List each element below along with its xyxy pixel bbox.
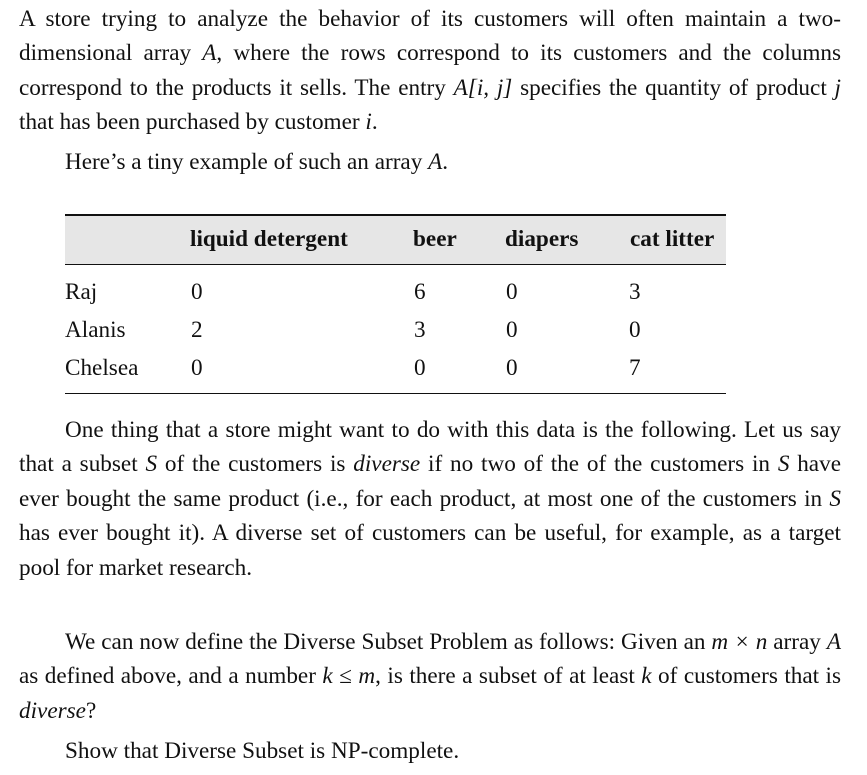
table-cell: 3 bbox=[629, 279, 641, 305]
example-paragraph: Here’s a tiny example of such an array A… bbox=[65, 145, 845, 179]
diverse-text-3: if no two of the of the customers in bbox=[420, 451, 778, 478]
term-diverse: diverse bbox=[353, 451, 421, 478]
document-page: A store trying to analyze the behavior o… bbox=[0, 0, 867, 775]
table-cell: 0 bbox=[506, 317, 518, 343]
var-s: S bbox=[777, 451, 790, 478]
header-liquid-detergent: liquid detergent bbox=[190, 226, 348, 252]
define-text-5: of customers that is bbox=[651, 663, 842, 690]
table-cell: 6 bbox=[414, 279, 426, 305]
task-statement: Show that Diverse Subset is NP-complete. bbox=[65, 738, 460, 764]
table-cell: 0 bbox=[414, 355, 426, 381]
example-text: Here’s a tiny example of such an array bbox=[65, 149, 429, 175]
row-name-raj: Raj bbox=[65, 279, 98, 305]
define-text-1: We can now define the Diverse Subset Pro… bbox=[65, 629, 712, 655]
entry-notation: A[i, j] bbox=[453, 74, 513, 101]
var-k: k bbox=[641, 663, 652, 690]
table-cell: 0 bbox=[506, 279, 518, 305]
row-name-alanis: Alanis bbox=[65, 317, 126, 343]
define-text-6: ? bbox=[85, 697, 97, 724]
diverse-definition-paragraph: One thing that a store might want to do … bbox=[19, 413, 841, 585]
dimensions-notation: m × n bbox=[711, 629, 768, 655]
intro-text-4: that has been purchased by customer bbox=[19, 109, 366, 136]
table-body: Raj 0 6 0 3 Alanis 2 3 0 0 Chelsea 0 0 0… bbox=[65, 265, 726, 394]
table-cell: 0 bbox=[506, 355, 518, 381]
intro-paragraph: A store trying to analyze the behavior o… bbox=[19, 2, 841, 140]
var-s: S bbox=[829, 485, 841, 512]
table-cell: 0 bbox=[191, 355, 203, 381]
table-cell: 0 bbox=[629, 317, 641, 343]
header-beer: beer bbox=[413, 226, 457, 252]
header-diapers: diapers bbox=[505, 226, 579, 252]
var-a: A bbox=[202, 40, 217, 67]
purchase-table: liquid detergent beer diapers cat litter… bbox=[65, 214, 726, 394]
define-text-4: , is there a subset of at least bbox=[375, 663, 642, 690]
intro-text-3: specifies the quantity of product bbox=[512, 74, 835, 101]
define-text-2: array bbox=[767, 629, 827, 655]
diverse-text-5: has ever bought it). A diverse set of cu… bbox=[19, 520, 841, 581]
intro-text-5: . bbox=[371, 109, 378, 136]
row-name-chelsea: Chelsea bbox=[65, 355, 139, 381]
k-le-m-notation: k ≤ m bbox=[322, 663, 376, 690]
table-cell: 0 bbox=[191, 279, 203, 305]
example-end: . bbox=[442, 149, 449, 175]
table-header-row: liquid detergent beer diapers cat litter bbox=[65, 214, 726, 265]
diverse-text-2: of the customers is bbox=[157, 451, 354, 478]
var-j: j bbox=[834, 74, 841, 101]
header-cat-litter: cat litter bbox=[630, 226, 715, 252]
var-s: S bbox=[145, 451, 158, 478]
example-var-a: A bbox=[428, 149, 443, 175]
term-diverse: diverse bbox=[19, 697, 86, 724]
table-cell: 2 bbox=[191, 317, 203, 343]
problem-definition-paragraph: We can now define the Diverse Subset Pro… bbox=[19, 625, 841, 728]
define-text-3: as defined above, and a number bbox=[19, 663, 323, 690]
var-a: A bbox=[826, 629, 841, 655]
table-cell: 7 bbox=[629, 355, 641, 381]
table-cell: 3 bbox=[414, 317, 426, 343]
